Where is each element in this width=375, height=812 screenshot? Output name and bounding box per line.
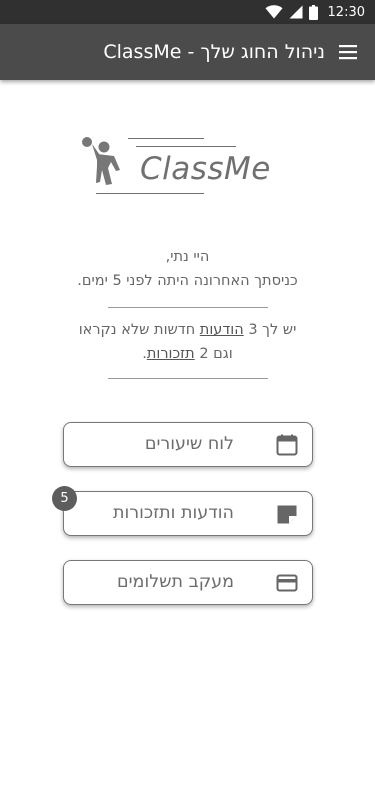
notifications-text: יש לך 3 הודעות חדשות שלא נקראו וגם 2 תזכ…: [40, 318, 335, 366]
messages-button[interactable]: הודעות ותזכורות: [63, 491, 313, 536]
reminders-prefix: וגם 2: [199, 346, 233, 362]
greeting-line-1: היי נתי,: [165, 249, 210, 265]
schedule-button-label: לוח שיעורים: [144, 434, 234, 454]
app-bar: ניהול החוג שלך - ClassMe: [0, 24, 375, 80]
notifications-line-1: יש לך 3 הודעות חדשות שלא נקראו: [40, 318, 335, 342]
greeting-line-2: כניסתך האחרונה היתה לפני 5 ימים.: [77, 273, 298, 289]
logo-line-bottom: [96, 193, 204, 194]
logo-line-top: [128, 138, 204, 139]
battery-icon: [308, 4, 318, 20]
clock: 12:30: [327, 4, 365, 20]
classme-logo: ClassMe: [78, 130, 278, 200]
divider-top: [108, 307, 268, 308]
logo-line-mid: [136, 146, 236, 147]
reminders-link[interactable]: תזכורות: [147, 346, 195, 362]
schedule-button[interactable]: לוח שיעורים: [63, 422, 313, 467]
app-title: ניהול החוג שלך - ClassMe: [103, 41, 325, 63]
note-icon: [277, 505, 297, 524]
status-icons: 12:30: [265, 0, 365, 24]
hamburger-menu-icon[interactable]: [337, 41, 359, 63]
status-bar: 12:30: [0, 0, 375, 24]
calendar-icon: [276, 434, 298, 456]
notifications-prefix: יש לך 3: [248, 322, 297, 338]
credit-card-icon: [276, 574, 298, 592]
notifications-suffix: חדשות שלא נקראו: [78, 322, 196, 338]
unread-count-badge: 5: [52, 486, 77, 511]
divider-bottom: [108, 378, 268, 379]
logo-text: ClassMe: [140, 151, 271, 187]
messages-button-label: הודעות ותזכורות: [112, 503, 234, 523]
wifi-icon: [265, 5, 283, 19]
payments-button[interactable]: מעקב תשלומים: [63, 560, 313, 605]
notifications-line-2: וגם 2 תזכורות.: [40, 342, 335, 366]
payments-button-label: מעקב תשלומים: [117, 572, 234, 592]
signal-icon: [289, 5, 303, 19]
greeting-text: היי נתי, כניסתך האחרונה היתה לפני 5 ימים…: [40, 245, 335, 293]
volleyball-player-icon: [82, 137, 120, 185]
messages-link[interactable]: הודעות: [200, 322, 244, 338]
